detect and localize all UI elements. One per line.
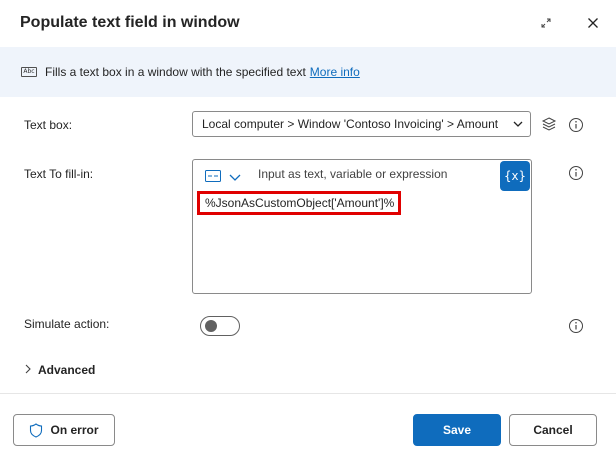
on-error-label: On error bbox=[50, 423, 99, 437]
chevron-right-icon bbox=[24, 363, 32, 377]
chevron-down-icon[interactable] bbox=[229, 171, 241, 185]
input-mode-hint: Input as text, variable or expression bbox=[258, 167, 448, 181]
text-to-fill-label: Text To fill-in: bbox=[24, 167, 94, 181]
simulate-action-toggle[interactable] bbox=[200, 316, 240, 336]
advanced-section-toggle[interactable]: Advanced bbox=[24, 363, 95, 377]
text-box-dropdown[interactable]: Local computer > Window 'Contoso Invoici… bbox=[192, 111, 531, 137]
on-error-button[interactable]: On error bbox=[13, 414, 115, 446]
textbox-icon: Abc bbox=[21, 67, 37, 77]
shield-icon bbox=[29, 422, 43, 438]
populate-text-field-dialog: Populate text field in window Abc Fills … bbox=[0, 0, 616, 465]
layers-icon[interactable] bbox=[540, 115, 558, 133]
cancel-button[interactable]: Cancel bbox=[509, 414, 597, 446]
more-info-link[interactable]: More info bbox=[310, 65, 360, 79]
close-icon[interactable] bbox=[582, 12, 604, 34]
expand-icon[interactable] bbox=[535, 12, 557, 34]
info-icon[interactable] bbox=[567, 164, 584, 181]
toggle-knob bbox=[205, 320, 217, 332]
chevron-down-icon bbox=[512, 118, 524, 133]
dialog-title: Populate text field in window bbox=[20, 14, 240, 31]
text-to-fill-input[interactable]: Input as text, variable or expression {x… bbox=[192, 159, 532, 294]
save-button[interactable]: Save bbox=[413, 414, 501, 446]
input-mode-icon[interactable] bbox=[205, 170, 221, 185]
info-banner: Abc Fills a text box in a window with th… bbox=[0, 47, 616, 97]
banner-description: Fills a text box in a window with the sp… bbox=[45, 65, 306, 79]
text-box-value: Local computer > Window 'Contoso Invoici… bbox=[202, 117, 499, 131]
advanced-label: Advanced bbox=[38, 363, 96, 377]
simulate-action-label: Simulate action: bbox=[24, 317, 110, 331]
insert-variable-button[interactable]: {x} bbox=[500, 161, 530, 191]
expression-value[interactable]: %JsonAsCustomObject['Amount']% bbox=[197, 191, 401, 215]
text-box-label: Text box: bbox=[24, 118, 73, 132]
info-icon[interactable] bbox=[567, 116, 584, 133]
footer-divider bbox=[0, 393, 616, 394]
info-icon[interactable] bbox=[567, 317, 584, 334]
